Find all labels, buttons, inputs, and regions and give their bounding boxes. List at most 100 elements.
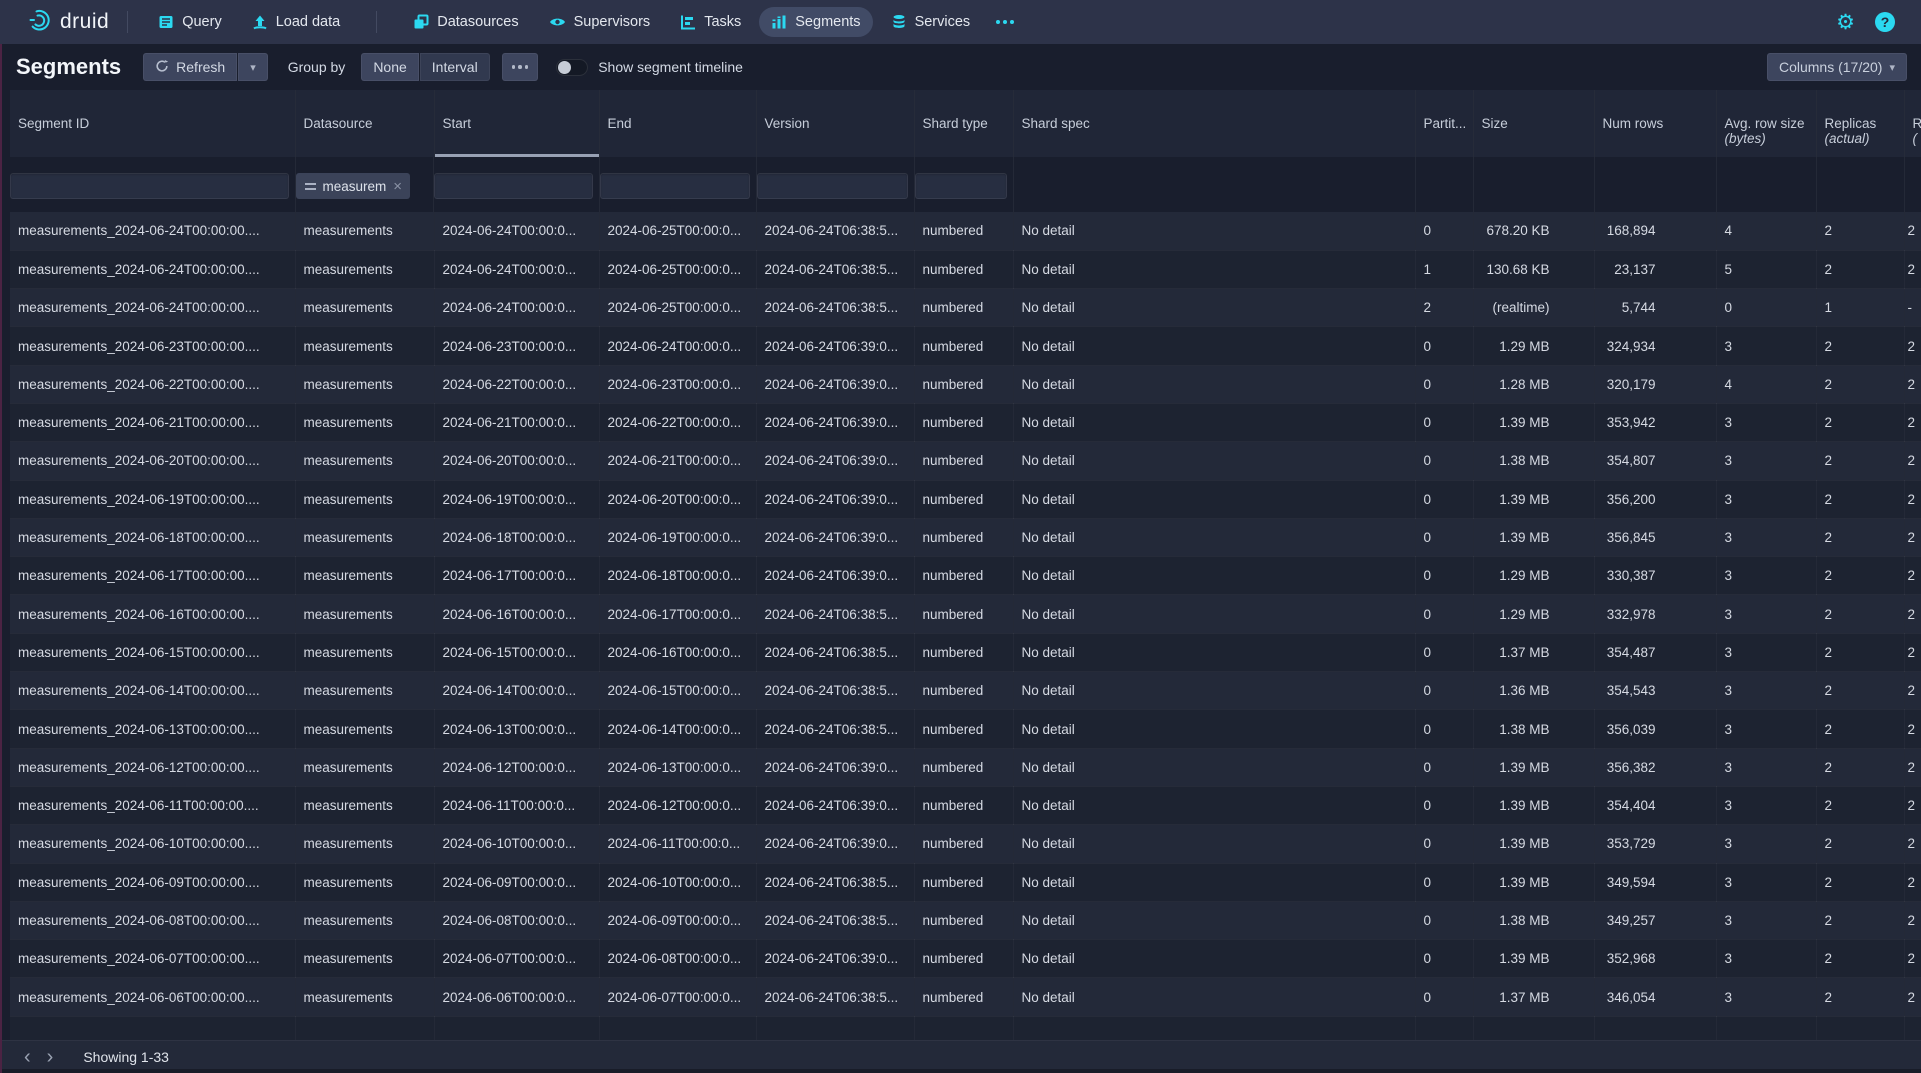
cell-rf: 2 [1904, 327, 1921, 365]
cell-part: 0 [1415, 786, 1473, 824]
nav-item-services[interactable]: Services [879, 7, 983, 37]
table-row[interactable]: measurements_2024-06-07T00:00:00....meas… [10, 940, 1921, 978]
table-row[interactable]: measurements_2024-06-24T00:00:00....meas… [10, 250, 1921, 288]
col-header-size[interactable]: Size [1473, 90, 1594, 157]
cell-stype: numbered [914, 978, 1013, 1016]
gear-icon[interactable]: ⚙ [1836, 12, 1855, 33]
nav-item-query[interactable]: Query [146, 7, 234, 37]
col-header-partition[interactable]: Partit... [1415, 90, 1473, 157]
cell-rf: 2 [1904, 480, 1921, 518]
start-filter-input[interactable] [434, 173, 593, 199]
prev-page-button[interactable]: ‹ [16, 1047, 39, 1067]
nav-item-tasks[interactable]: Tasks [668, 7, 753, 37]
shard-type-filter-input[interactable] [915, 173, 1007, 199]
table-row[interactable]: measurements_2024-06-13T00:00:00....meas… [10, 710, 1921, 748]
cell-rep: 2 [1816, 672, 1904, 710]
cell-rf: 2 [1904, 786, 1921, 824]
cell-ds: measurements [295, 327, 434, 365]
col-header-num-rows[interactable]: Num rows [1594, 90, 1716, 157]
cell-id: measurements_2024-06-24T00:00:00.... [10, 250, 295, 288]
col-header-replication-factor[interactable]: R( [1904, 90, 1921, 157]
table-row[interactable]: measurements_2024-06-20T00:00:00....meas… [10, 442, 1921, 480]
group-by-interval-button[interactable]: Interval [420, 53, 490, 81]
cell-ver: 2024-06-24T06:39:0... [756, 940, 914, 978]
cell-rows: 330,387 [1594, 557, 1716, 595]
cell-size: 1.38 MB [1473, 442, 1594, 480]
table-row[interactable]: measurements_2024-06-14T00:00:00....meas… [10, 672, 1921, 710]
help-icon[interactable]: ? [1875, 12, 1895, 32]
cell-avg: 3 [1716, 825, 1816, 863]
col-header-avg-row-size[interactable]: Avg. row size(bytes) [1716, 90, 1816, 157]
cell-rf: 2 [1904, 672, 1921, 710]
cell-rep: 2 [1816, 365, 1904, 403]
refresh-dropdown-button[interactable]: ▾ [238, 53, 268, 81]
col-header-segment-id[interactable]: Segment ID [10, 90, 295, 157]
cell-size: 1.39 MB [1473, 940, 1594, 978]
col-header-version[interactable]: Version [756, 90, 914, 157]
cell-rf: 2 [1904, 710, 1921, 748]
nav-more-icon[interactable] [988, 20, 1022, 24]
cell-sspec: No detail [1013, 327, 1415, 365]
cell-id: measurements_2024-06-15T00:00:00.... [10, 633, 295, 671]
col-header-replicas[interactable]: Replicas(actual) [1816, 90, 1904, 157]
columns-button[interactable]: Columns (17/20) ▾ [1767, 53, 1907, 81]
refresh-button[interactable]: Refresh [143, 53, 237, 81]
table-row[interactable]: measurements_2024-06-12T00:00:00....meas… [10, 748, 1921, 786]
cell-rf: 2 [1904, 825, 1921, 863]
col-header-shard-spec[interactable]: Shard spec [1013, 90, 1415, 157]
cell-ver: 2024-06-24T06:38:5... [756, 212, 914, 250]
nav-item-supervisors[interactable]: Supervisors [537, 7, 663, 37]
segment-id-filter-input[interactable] [10, 173, 289, 199]
col-header-shard-type[interactable]: Shard type [914, 90, 1013, 157]
table-row[interactable]: measurements_2024-06-23T00:00:00....meas… [10, 327, 1921, 365]
table-row[interactable]: measurements_2024-06-24T00:00:00....meas… [10, 289, 1921, 327]
cell-part: 0 [1415, 327, 1473, 365]
cell-end: 2024-06-08T00:00:0... [599, 940, 756, 978]
cell-id: measurements_2024-06-22T00:00:00.... [10, 365, 295, 403]
cell-id: measurements_2024-06-18T00:00:00.... [10, 518, 295, 556]
nav-item-load-data[interactable]: Load data [240, 7, 353, 37]
version-filter-input[interactable] [757, 173, 908, 199]
cell-part: 0 [1415, 863, 1473, 901]
col-header-datasource[interactable]: Datasource [295, 90, 434, 157]
nav-item-segments[interactable]: Segments [759, 7, 872, 37]
group-by-segmented: None Interval [361, 53, 489, 81]
cell-size: 1.29 MB [1473, 595, 1594, 633]
nav-item-datasources[interactable]: Datasources [401, 7, 530, 37]
table-row[interactable]: measurements_2024-06-19T00:00:00....meas… [10, 480, 1921, 518]
group-by-none-button[interactable]: None [361, 53, 418, 81]
cell-rows: 356,845 [1594, 518, 1716, 556]
cell-rows: 356,039 [1594, 710, 1716, 748]
table-row[interactable]: measurements_2024-06-22T00:00:00....meas… [10, 365, 1921, 403]
druid-brand[interactable]: druid [28, 8, 109, 37]
table-row[interactable]: measurements_2024-06-09T00:00:00....meas… [10, 863, 1921, 901]
segment-timeline-toggle[interactable] [556, 59, 588, 76]
cell-ds: measurements [295, 595, 434, 633]
table-row[interactable]: measurements_2024-06-08T00:00:00....meas… [10, 901, 1921, 939]
table-row[interactable]: measurements_2024-06-16T00:00:00....meas… [10, 595, 1921, 633]
table-row[interactable]: measurements_2024-06-21T00:00:00....meas… [10, 403, 1921, 441]
table-row[interactable]: measurements_2024-06-10T00:00:00....meas… [10, 825, 1921, 863]
cell-rf: 2 [1904, 633, 1921, 671]
cell-rep: 2 [1816, 442, 1904, 480]
table-row[interactable]: measurements_2024-06-06T00:00:00....meas… [10, 978, 1921, 1016]
end-filter-input[interactable] [600, 173, 750, 199]
cell-ver: 2024-06-24T06:39:0... [756, 480, 914, 518]
table-row[interactable]: measurements_2024-06-11T00:00:00....meas… [10, 786, 1921, 824]
more-options-button[interactable] [502, 53, 539, 81]
next-page-button[interactable]: › [39, 1047, 62, 1067]
cell-stype: numbered [914, 748, 1013, 786]
toolbar: Segments Refresh ▾ Group by None Interva… [0, 44, 1921, 90]
cell-ds: measurements [295, 403, 434, 441]
table-row[interactable]: measurements_2024-06-17T00:00:00....meas… [10, 557, 1921, 595]
table-row[interactable]: measurements_2024-06-18T00:00:00....meas… [10, 518, 1921, 556]
cell-id: measurements_2024-06-10T00:00:00.... [10, 825, 295, 863]
col-header-end[interactable]: End [599, 90, 756, 157]
table-row[interactable]: measurements_2024-06-24T00:00:00....meas… [10, 212, 1921, 250]
nav-divider [127, 11, 128, 33]
table-row[interactable]: measurements_2024-06-15T00:00:00....meas… [10, 633, 1921, 671]
datasource-filter-chip[interactable]: measurem × [296, 173, 411, 199]
cell-avg: 3 [1716, 403, 1816, 441]
col-header-start[interactable]: Start [434, 90, 599, 157]
remove-filter-icon[interactable]: × [393, 179, 402, 194]
